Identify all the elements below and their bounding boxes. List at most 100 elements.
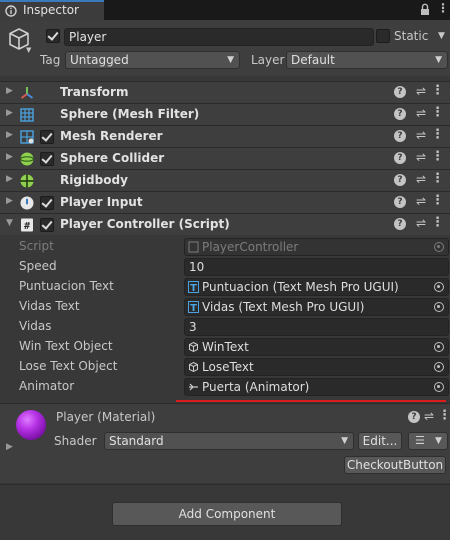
preset-icon[interactable]: ⇌	[416, 84, 426, 98]
static-dropdown-arrow-icon[interactable]: ▼	[438, 31, 445, 41]
help-icon[interactable]: ?	[394, 86, 406, 98]
tag-dropdown[interactable]: Untagged ▼	[65, 51, 240, 69]
help-icon[interactable]: ?	[394, 218, 406, 230]
fold-arrow-icon[interactable]: ▶	[6, 86, 13, 96]
static-checkbox[interactable]	[376, 29, 390, 43]
material-title: Player (Material)	[56, 410, 156, 424]
property-vidas: Vidas 3	[0, 317, 450, 337]
component-title: Sphere Collider	[60, 151, 165, 165]
more-options-icon[interactable]: ⋮	[431, 193, 444, 208]
fold-arrow-icon[interactable]: ▶	[6, 152, 13, 162]
object-name-input[interactable]: Player	[64, 28, 374, 46]
vidas-text-field[interactable]: T Vidas (Text Mesh Pro UGUI)	[184, 298, 449, 316]
text-mesh-pro-icon: T	[188, 301, 199, 313]
property-label: Vidas Text	[19, 299, 80, 313]
win-text-object-value: WinText	[202, 340, 249, 354]
more-options-icon[interactable]: ⋮	[431, 105, 444, 120]
win-text-object-field[interactable]: WinText	[184, 338, 449, 356]
material-preview-sphere	[16, 410, 46, 440]
enabled-checkbox[interactable]	[40, 218, 54, 232]
preset-icon[interactable]: ⇌	[416, 216, 426, 230]
layer-dropdown[interactable]: Default ▼	[286, 51, 448, 69]
object-picker-icon[interactable]	[434, 382, 444, 392]
lose-text-object-field[interactable]: LoseText	[184, 358, 449, 376]
property-puntuacion-text: Puntuacion Text T Puntuacion (Text Mesh …	[0, 277, 450, 297]
help-icon[interactable]: ?	[394, 108, 406, 120]
component-mesh-filter[interactable]: ▶ Sphere (Mesh Filter) ? ⇌ ⋮	[0, 103, 450, 125]
more-options-icon[interactable]: ⋮	[431, 149, 444, 164]
property-label: Script	[19, 239, 54, 253]
svg-text:T: T	[190, 283, 197, 293]
property-vidas-text: Vidas Text T Vidas (Text Mesh Pro UGUI)	[0, 297, 450, 317]
shader-label: Shader	[54, 434, 97, 448]
component-title: Rigidbody	[60, 173, 128, 187]
chevron-down-icon: ▼	[227, 55, 234, 65]
shader-value: Standard	[109, 434, 164, 448]
object-picker-icon[interactable]	[434, 362, 444, 372]
fold-arrow-icon[interactable]: ▶	[6, 196, 13, 206]
fold-arrow-icon[interactable]: ▶	[6, 130, 13, 140]
preset-icon[interactable]: ⇌	[416, 172, 426, 186]
fold-arrow-icon[interactable]: ▶	[6, 174, 13, 184]
speed-input[interactable]: 10	[184, 258, 449, 276]
property-speed: Speed 10	[0, 257, 450, 277]
tab-inspector[interactable]: Inspector	[0, 0, 104, 20]
property-label: Win Text Object	[19, 339, 113, 353]
object-picker-icon[interactable]	[434, 342, 444, 352]
preset-icon[interactable]: ⇌	[416, 150, 426, 164]
animator-value: Puerta (Animator)	[202, 380, 310, 394]
active-checkbox[interactable]	[46, 29, 60, 43]
property-label: Puntuacion Text	[19, 279, 114, 293]
icon-dropdown-arrow-icon[interactable]: ▼	[26, 46, 31, 54]
lock-icon[interactable]	[420, 3, 430, 16]
mesh-filter-icon	[20, 108, 34, 122]
edit-shader-button[interactable]: Edit...	[358, 432, 402, 450]
enabled-checkbox[interactable]	[40, 152, 54, 166]
puntuacion-text-value: Puntuacion (Text Mesh Pro UGUI)	[202, 280, 399, 294]
checkout-button[interactable]: CheckoutButton	[344, 456, 446, 474]
script-value: PlayerController	[202, 240, 299, 254]
component-player-input[interactable]: ▶ Player Input ? ⇌ ⋮	[0, 191, 450, 213]
enabled-checkbox[interactable]	[40, 130, 54, 144]
help-icon[interactable]: ?	[394, 174, 406, 186]
more-options-icon[interactable]: ⋮	[437, 1, 449, 15]
component-rigidbody[interactable]: ▶ Rigidbody ? ⇌ ⋮	[0, 169, 450, 191]
fold-arrow-expanded-icon[interactable]: ▼	[6, 218, 13, 228]
more-options-icon[interactable]: ⋮	[431, 215, 444, 230]
object-picker-icon[interactable]	[434, 282, 444, 292]
component-mesh-renderer[interactable]: ▶ Mesh Renderer ? ⇌ ⋮	[0, 125, 450, 147]
more-options-icon[interactable]: ⋮	[438, 408, 450, 423]
tag-label: Tag	[40, 53, 61, 67]
component-player-controller[interactable]: ▼ # Player Controller (Script) ? ⇌ ⋮	[0, 213, 450, 235]
fold-arrow-icon[interactable]: ▶	[6, 108, 13, 118]
help-icon[interactable]: ?	[394, 152, 406, 164]
vidas-input[interactable]: 3	[184, 318, 449, 336]
object-picker-icon[interactable]	[434, 302, 444, 312]
help-icon[interactable]: ?	[408, 411, 420, 423]
shader-options-button[interactable]: ☰ ▼	[408, 432, 448, 450]
animator-field[interactable]: Puerta (Animator)	[184, 378, 449, 396]
fold-arrow-icon[interactable]: ▶	[6, 442, 13, 452]
shader-dropdown[interactable]: Standard ▼	[104, 432, 354, 450]
help-icon[interactable]: ?	[394, 130, 406, 142]
puntuacion-text-field[interactable]: T Puntuacion (Text Mesh Pro UGUI)	[184, 278, 449, 296]
chevron-down-icon: ▼	[435, 436, 442, 446]
enabled-checkbox[interactable]	[40, 196, 54, 210]
lose-text-object-value: LoseText	[202, 360, 254, 374]
preset-icon[interactable]: ⇌	[416, 128, 426, 142]
help-icon[interactable]: ?	[394, 196, 406, 208]
preset-icon[interactable]: ⇌	[424, 409, 434, 423]
preset-icon[interactable]: ⇌	[416, 106, 426, 120]
component-transform[interactable]: ▶ Transform ? ⇌ ⋮	[0, 81, 450, 103]
chevron-down-icon: ▼	[341, 436, 348, 446]
more-options-icon[interactable]: ⋮	[431, 171, 444, 186]
list-icon: ☰	[415, 434, 425, 447]
component-sphere-collider[interactable]: ▶ Sphere Collider ? ⇌ ⋮	[0, 147, 450, 169]
divider	[0, 484, 450, 485]
more-options-icon[interactable]: ⋮	[431, 127, 444, 142]
add-component-button[interactable]: Add Component	[112, 502, 342, 526]
preset-icon[interactable]: ⇌	[416, 194, 426, 208]
tab-label: Inspector	[23, 3, 79, 17]
script-icon: #	[21, 218, 33, 232]
more-options-icon[interactable]: ⋮	[431, 83, 444, 98]
